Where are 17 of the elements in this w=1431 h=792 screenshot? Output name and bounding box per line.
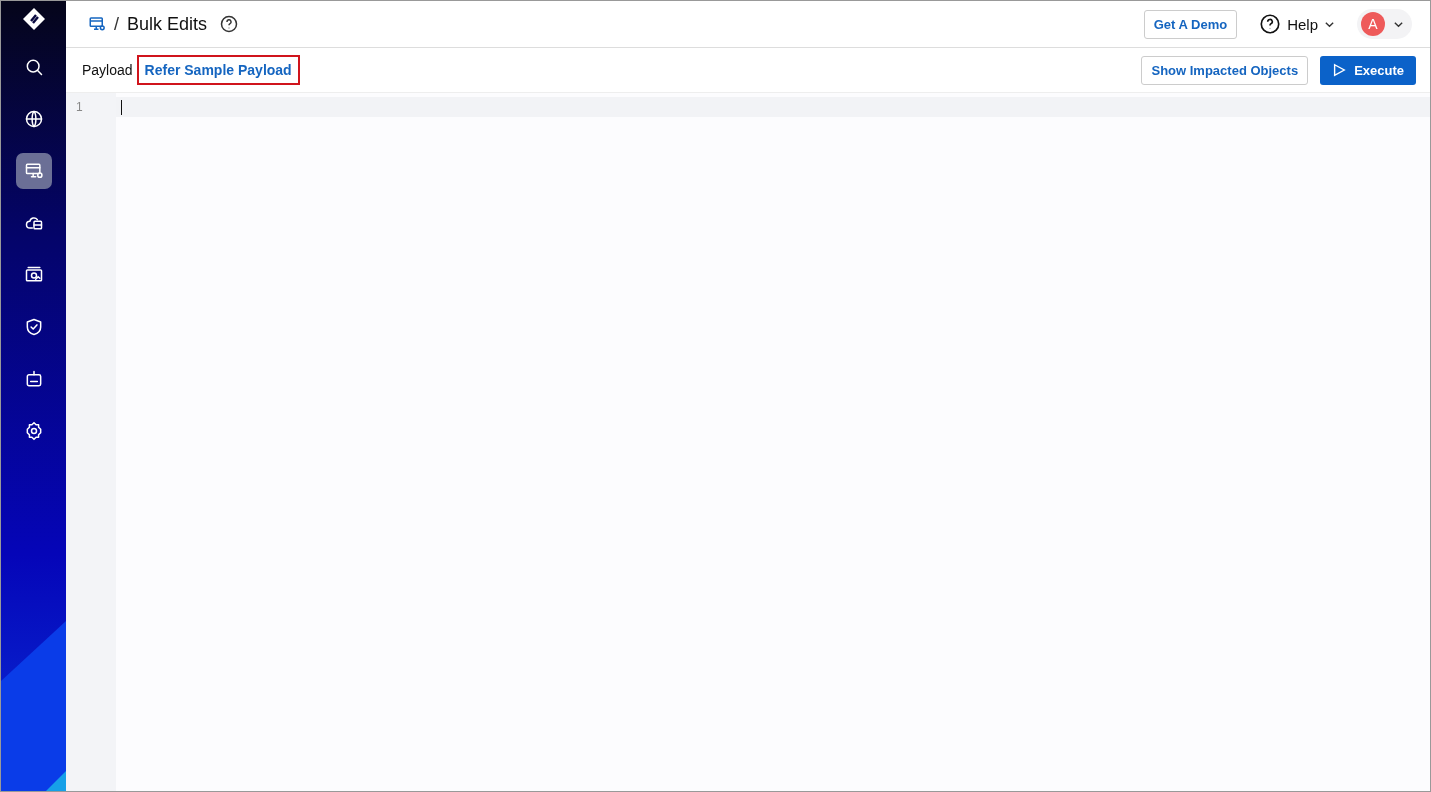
account-menu-button[interactable]: A bbox=[1357, 9, 1412, 39]
get-demo-button[interactable]: Get A Demo bbox=[1143, 9, 1238, 39]
play-icon bbox=[1332, 63, 1347, 77]
help-menu-button[interactable]: Help bbox=[1253, 12, 1341, 36]
payload-label: Payload bbox=[82, 62, 133, 78]
line-number: 1 bbox=[75, 99, 84, 116]
page-title: Bulk Edits bbox=[127, 13, 208, 35]
impacted-objects-button[interactable]: Show Impacted Objects bbox=[1141, 55, 1309, 85]
logo-icon[interactable] bbox=[21, 7, 46, 31]
help-icon[interactable] bbox=[219, 14, 240, 34]
monitor-icon bbox=[88, 15, 106, 33]
help-icon bbox=[1259, 13, 1282, 35]
monitor-icon[interactable] bbox=[15, 153, 52, 189]
breadcrumb-separator: / bbox=[114, 13, 119, 35]
avatar: A bbox=[1361, 12, 1385, 36]
execute-button[interactable]: Execute bbox=[1320, 55, 1416, 85]
sample-payload-link[interactable]: Refer Sample Payload bbox=[136, 55, 300, 85]
